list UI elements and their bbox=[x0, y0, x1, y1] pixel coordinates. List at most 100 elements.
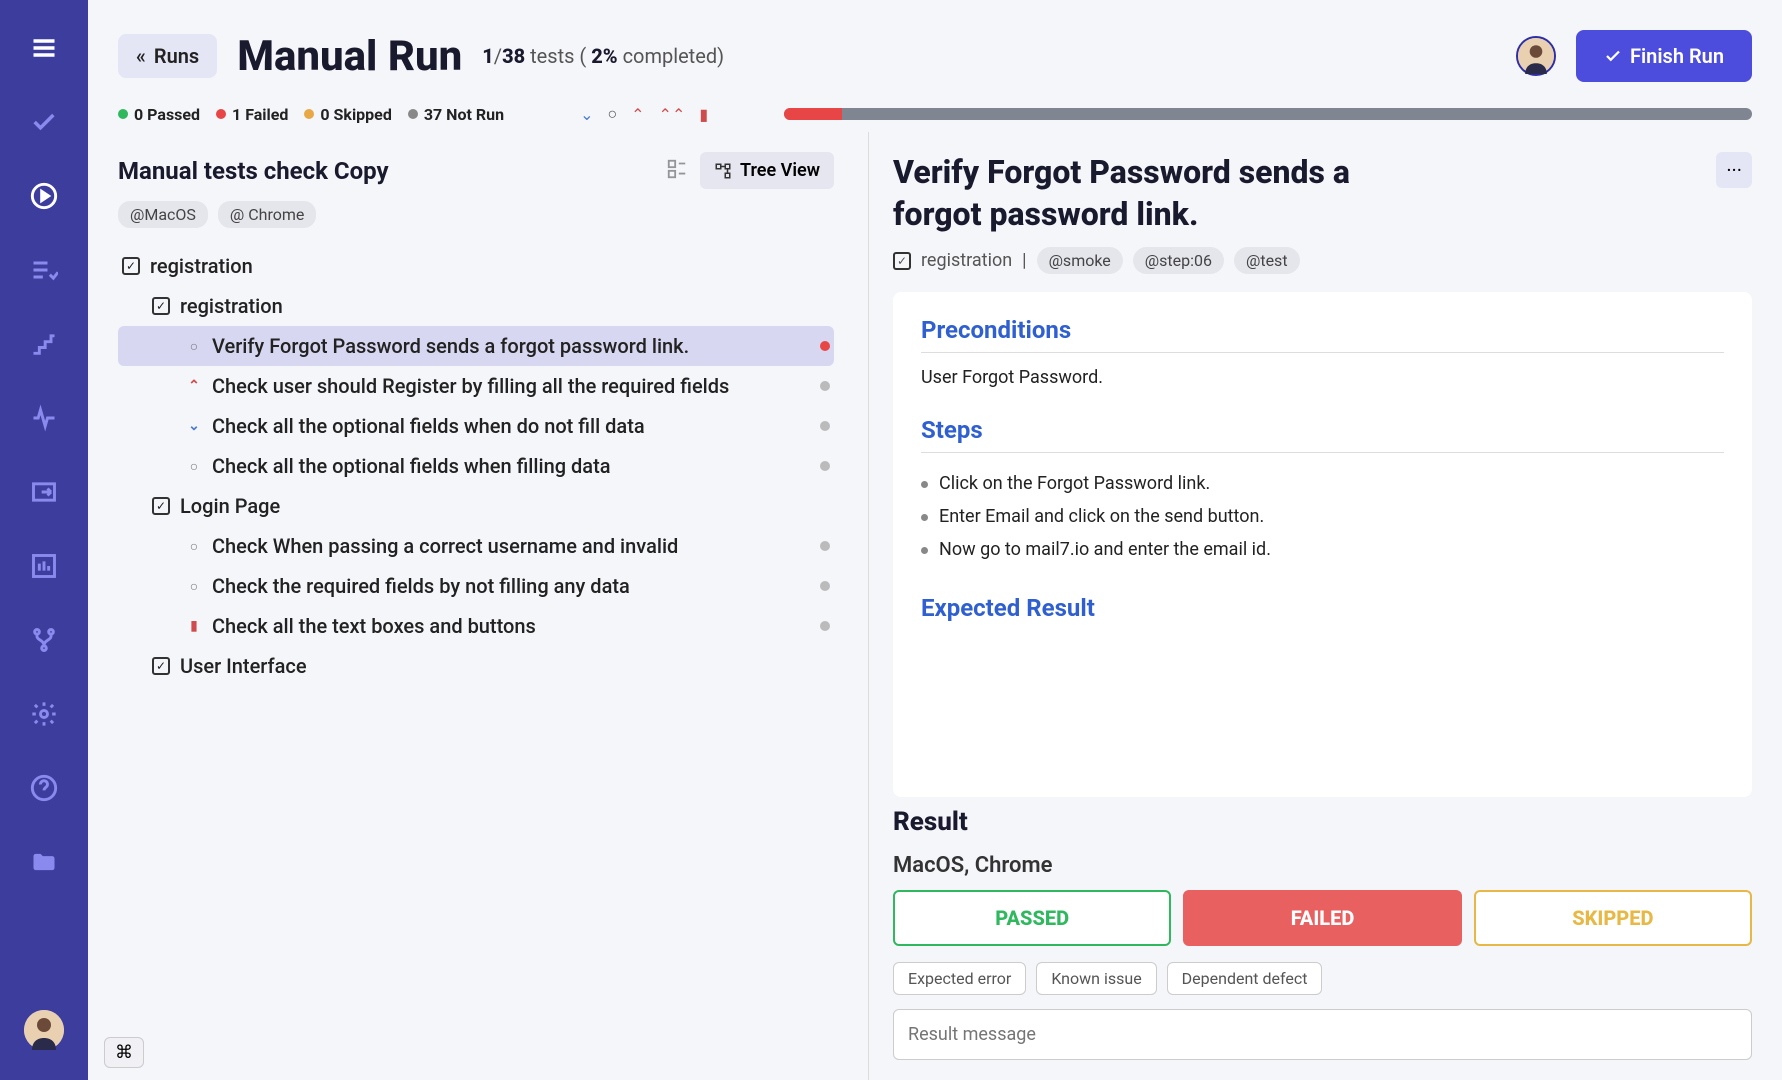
stat-passed: 0 Passed bbox=[118, 105, 200, 124]
page-title: Manual Run bbox=[237, 32, 462, 81]
branch-icon[interactable] bbox=[26, 622, 62, 658]
gear-icon[interactable] bbox=[26, 696, 62, 732]
indicator-dot bbox=[820, 421, 830, 431]
node-label: Login Page bbox=[180, 494, 830, 518]
result-message-input[interactable] bbox=[893, 1009, 1752, 1060]
tree-test[interactable]: ▮Check all the text boxes and buttons bbox=[118, 606, 834, 646]
bar-chart-icon[interactable] bbox=[26, 548, 62, 584]
tree-folder[interactable]: ✓registration bbox=[118, 246, 834, 286]
tag-chip[interactable]: @ Chrome bbox=[218, 201, 316, 228]
more-button[interactable]: ··· bbox=[1716, 152, 1752, 188]
run-title: Manual tests check Copy bbox=[118, 157, 389, 185]
tree-view-button[interactable]: Tree View bbox=[700, 152, 834, 189]
progress-fill bbox=[784, 108, 842, 120]
list-view-icon[interactable] bbox=[666, 158, 688, 184]
node-label: User Interface bbox=[180, 654, 830, 678]
tree-test[interactable]: ○ Check When passing a correct username a… bbox=[118, 526, 834, 566]
stairs-icon[interactable] bbox=[26, 326, 62, 362]
passed-button[interactable]: PASSED bbox=[893, 890, 1171, 946]
filter-circle-icon[interactable]: ○ bbox=[607, 104, 617, 124]
status-icon: ○ bbox=[186, 538, 202, 555]
back-label: Runs bbox=[154, 44, 199, 68]
tests-counter: 1/38 tests ( 2% completed) bbox=[482, 44, 724, 68]
test-list-panel: Manual tests check Copy Tree View @MacOS… bbox=[88, 132, 858, 1080]
meta-chip[interactable]: @step:06 bbox=[1133, 247, 1224, 274]
list-check-icon[interactable] bbox=[26, 252, 62, 288]
failed-button[interactable]: FAILED bbox=[1183, 890, 1461, 946]
main-area: « Runs Manual Run 1/38 tests ( 2% comple… bbox=[88, 0, 1782, 1080]
tree-test[interactable]: ○ Check all the optional fields when fill… bbox=[118, 446, 834, 486]
test-tree: ✓ registration ✓ registration ○Verify Forgot… bbox=[118, 246, 858, 686]
filter-double-up-icon[interactable]: ⌃⌃ bbox=[659, 105, 686, 124]
filter-up-icon[interactable]: ⌃ bbox=[631, 105, 644, 124]
meta-checkbox-icon: ✓ bbox=[893, 252, 911, 270]
status-icon: ▮ bbox=[186, 618, 202, 634]
filter-icons: ⌄ ○ ⌃ ⌃⌃ ▮ bbox=[580, 104, 708, 124]
status-icon: ○ bbox=[186, 578, 202, 595]
defect-chip[interactable]: Known issue bbox=[1036, 962, 1156, 995]
tree-test[interactable]: ⌃ Check user should Register by filling a… bbox=[118, 366, 834, 406]
tree-test[interactable]: ○Verify Forgot Password sends a forgot p… bbox=[118, 326, 834, 366]
node-label: registration bbox=[180, 294, 830, 318]
node-label: Check When passing a correct username an… bbox=[212, 534, 810, 558]
step-item: Enter Email and click on the send button… bbox=[921, 500, 1724, 533]
steps-list: Click on the Forgot Password link.Enter … bbox=[921, 467, 1724, 566]
steps-label: Steps bbox=[921, 416, 1724, 444]
stats-row: 0 Passed 1 Failed 0 Skipped 37 Not Run ⌄… bbox=[88, 92, 1782, 132]
indicator-dot bbox=[820, 461, 830, 471]
step-item: Now go to mail7.io and enter the email i… bbox=[921, 533, 1724, 566]
tree-folder[interactable]: ✓ Login Page bbox=[118, 486, 834, 526]
sidebar-avatar[interactable] bbox=[24, 1010, 64, 1050]
back-button[interactable]: « Runs bbox=[118, 34, 217, 78]
result-section: Result MacOS, Chrome PASSED FAILED SKIPP… bbox=[893, 807, 1752, 1060]
detail-card: Preconditions User Forgot Password. Step… bbox=[893, 292, 1752, 797]
keyboard-hint[interactable]: ⌘ bbox=[104, 1037, 144, 1068]
filter-down-icon[interactable]: ⌄ bbox=[580, 105, 593, 124]
play-icon[interactable] bbox=[26, 178, 62, 214]
result-label: Result bbox=[893, 807, 1752, 837]
progress-bar bbox=[784, 108, 1752, 120]
test-title: Verify Forgot Password sends a forgot pa… bbox=[893, 152, 1413, 235]
defect-chip[interactable]: Expected error bbox=[893, 962, 1026, 995]
stat-notrun: 37 Not Run bbox=[408, 105, 504, 124]
tag-chip[interactable]: @MacOS bbox=[118, 201, 208, 228]
defect-row: Expected error Known issue Dependent defec… bbox=[893, 962, 1752, 995]
tree-folder[interactable]: ✓User Interface bbox=[118, 646, 834, 686]
checkbox-icon: ✓ bbox=[152, 497, 170, 515]
status-icon: ⌃ bbox=[186, 378, 202, 394]
filter-flag-icon[interactable]: ▮ bbox=[699, 105, 708, 124]
tree-test[interactable]: ○ Check the required fields by not fillin… bbox=[118, 566, 834, 606]
step-item: Click on the Forgot Password link. bbox=[921, 467, 1724, 500]
menu-icon[interactable] bbox=[26, 30, 62, 66]
stat-failed: 1 Failed bbox=[216, 105, 288, 124]
folder-icon[interactable] bbox=[26, 844, 62, 880]
finish-run-button[interactable]: Finish Run bbox=[1576, 30, 1752, 82]
node-label: Check all the optional fields when filli… bbox=[212, 454, 810, 478]
indicator-dot bbox=[820, 621, 830, 631]
import-icon[interactable] bbox=[26, 474, 62, 510]
tree-test[interactable]: ⌄Check all the optional fields when do n… bbox=[118, 406, 834, 446]
skipped-button[interactable]: SKIPPED bbox=[1474, 890, 1752, 946]
user-avatar[interactable] bbox=[1516, 36, 1556, 76]
meta-chip[interactable]: @smoke bbox=[1037, 247, 1123, 274]
help-icon[interactable] bbox=[26, 770, 62, 806]
node-label: registration bbox=[150, 254, 830, 278]
status-icon: ○ bbox=[186, 338, 202, 355]
tree-folder[interactable]: ✓ registration bbox=[118, 286, 834, 326]
preconditions-text: User Forgot Password. bbox=[921, 367, 1724, 388]
status-icon: ○ bbox=[186, 458, 202, 475]
status-icon: ⌄ bbox=[186, 418, 202, 434]
checkbox-icon: ✓ bbox=[152, 297, 170, 315]
sidebar bbox=[0, 0, 88, 1080]
indicator-dot bbox=[820, 341, 830, 351]
meta-chip[interactable]: @test bbox=[1234, 247, 1300, 274]
chevron-left-icon: « bbox=[136, 44, 146, 68]
header: « Runs Manual Run 1/38 tests ( 2% comple… bbox=[88, 0, 1782, 92]
pulse-icon[interactable] bbox=[26, 400, 62, 436]
tags-row: @MacOS @ Chrome bbox=[118, 201, 858, 228]
stat-skipped: 0 Skipped bbox=[304, 105, 391, 124]
check-icon[interactable] bbox=[26, 104, 62, 140]
node-label: Check the required fields by not filling… bbox=[212, 574, 810, 598]
node-label: Check user should Register by filling al… bbox=[212, 374, 810, 398]
defect-chip[interactable]: Dependent defect bbox=[1167, 962, 1323, 995]
